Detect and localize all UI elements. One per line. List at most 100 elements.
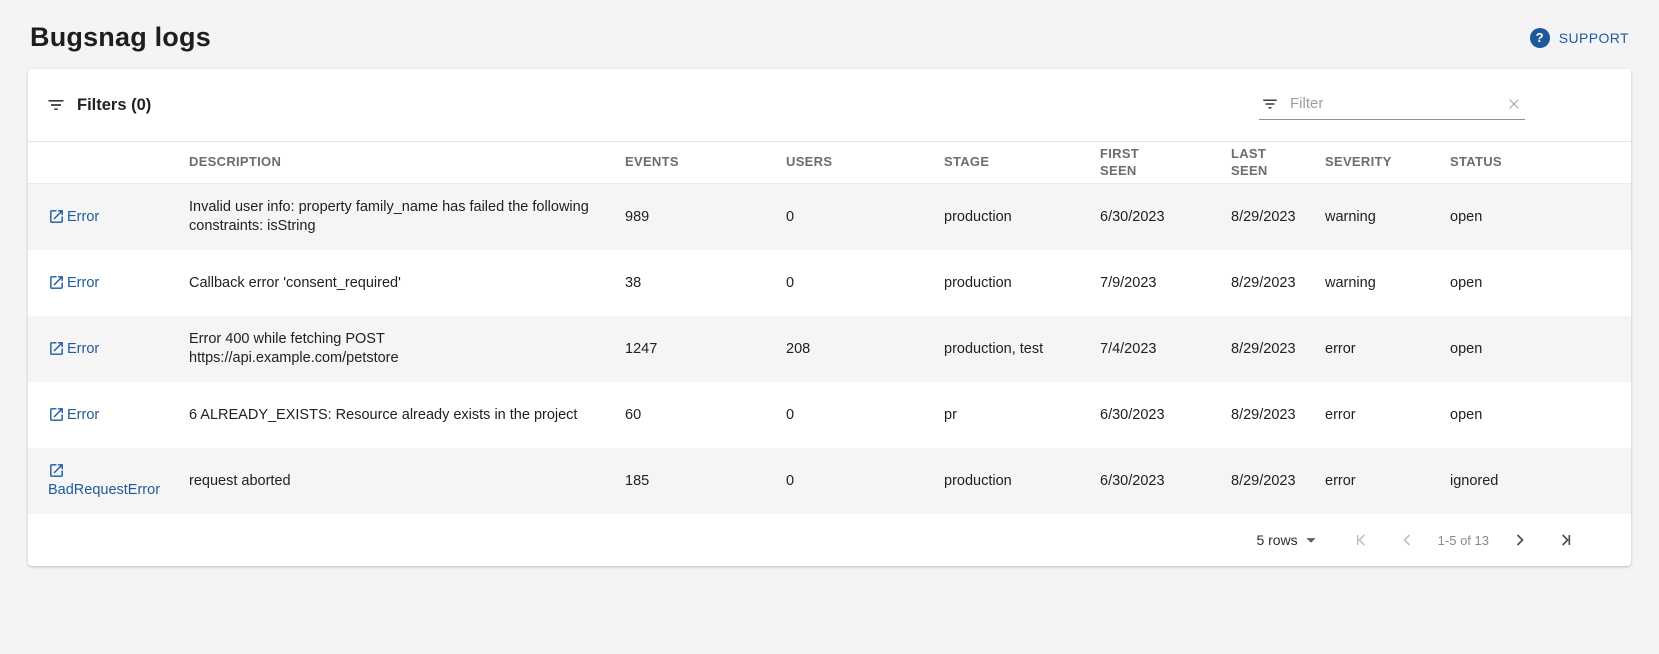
last-page-button[interactable] — [1556, 530, 1576, 550]
filter-field — [1259, 90, 1525, 120]
events-cell: 60 — [625, 406, 786, 425]
previous-page-icon — [1397, 530, 1417, 550]
support-button[interactable]: ? SUPPORT — [1530, 28, 1629, 48]
column-header-first-seen: FIRST SEEN — [1100, 146, 1231, 179]
error-link-label: Error — [67, 341, 99, 357]
logs-card: Filters (0) DESCRIPTION EVENTS USERS STA… — [28, 69, 1631, 566]
error-link-label: BadRequestError — [48, 482, 160, 498]
status-cell: ignored — [1450, 472, 1631, 491]
first-page-button[interactable] — [1351, 530, 1371, 550]
error-link-label: Error — [67, 275, 99, 291]
users-cell: 0 — [786, 406, 944, 425]
last-seen-cell: 8/29/2023 — [1231, 208, 1325, 227]
description-cell: Error 400 while fetching POST https://ap… — [189, 330, 625, 367]
severity-cell: error — [1325, 406, 1450, 425]
open-in-new-icon — [48, 340, 65, 357]
error-link[interactable]: Error — [48, 341, 99, 357]
last-seen-cell: 8/29/2023 — [1231, 406, 1325, 425]
open-in-new-icon — [48, 462, 65, 479]
arrow-drop-down-icon — [1300, 529, 1322, 551]
next-page-icon — [1510, 530, 1530, 550]
error-link[interactable]: Error — [48, 407, 99, 423]
description-cell: 6 ALREADY_EXISTS: Resource already exist… — [189, 406, 625, 425]
severity-cell: warning — [1325, 208, 1450, 227]
last-seen-cell: 8/29/2023 — [1231, 340, 1325, 359]
top-bar: Bugsnag logs ? SUPPORT — [0, 0, 1659, 69]
filters-toggle[interactable]: Filters (0) — [46, 95, 151, 115]
severity-cell: error — [1325, 472, 1450, 491]
table-header-row: DESCRIPTION EVENTS USERS STAGE FIRST SEE… — [28, 142, 1631, 184]
error-link-label: Error — [67, 407, 99, 423]
open-in-new-icon — [48, 274, 65, 291]
description-cell: Invalid user info: property family_name … — [189, 198, 625, 235]
help-icon: ? — [1530, 28, 1550, 48]
error-link-cell: Error — [28, 340, 189, 359]
next-page-button[interactable] — [1510, 530, 1530, 550]
column-header-users: USERS — [786, 154, 944, 170]
first-seen-cell: 7/4/2023 — [1100, 340, 1231, 359]
events-cell: 38 — [625, 274, 786, 293]
pagination-bar: 5 rows 1-5 of 13 — [28, 514, 1631, 566]
events-cell: 989 — [625, 208, 786, 227]
error-link-cell: Error — [28, 274, 189, 293]
table-row: Error Invalid user info: property family… — [28, 184, 1631, 250]
clear-filter-icon[interactable] — [1505, 95, 1523, 113]
users-cell: 0 — [786, 208, 944, 227]
events-cell: 1247 — [625, 340, 786, 359]
support-label: SUPPORT — [1559, 30, 1629, 46]
stage-cell: production — [944, 208, 1100, 227]
stage-cell: production — [944, 472, 1100, 491]
column-header-severity: SEVERITY — [1325, 154, 1450, 170]
filter-bar: Filters (0) — [28, 69, 1631, 142]
error-link[interactable]: Error — [48, 209, 99, 225]
last-seen-cell: 8/29/2023 — [1231, 274, 1325, 293]
error-link-cell: Error — [28, 406, 189, 425]
status-cell: open — [1450, 406, 1631, 425]
stage-cell: production — [944, 274, 1100, 293]
status-cell: open — [1450, 340, 1631, 359]
table-row: Error Error 400 while fetching POST http… — [28, 316, 1631, 382]
table-body: Error Invalid user info: property family… — [28, 184, 1631, 514]
stage-cell: production, test — [944, 340, 1100, 359]
users-cell: 208 — [786, 340, 944, 359]
severity-cell: warning — [1325, 274, 1450, 293]
first-seen-cell: 6/30/2023 — [1100, 208, 1231, 227]
error-link[interactable]: Error — [48, 275, 99, 291]
first-seen-cell: 6/30/2023 — [1100, 472, 1231, 491]
status-cell: open — [1450, 208, 1631, 227]
column-header-description: DESCRIPTION — [189, 154, 625, 170]
last-seen-cell: 8/29/2023 — [1231, 472, 1325, 491]
column-header-stage: STAGE — [944, 154, 1100, 170]
filter-icon — [1261, 95, 1279, 113]
column-header-last-seen: LAST SEEN — [1231, 146, 1325, 179]
error-link-cell: Error — [28, 208, 189, 227]
table-row: BadRequestError request aborted 185 0 pr… — [28, 448, 1631, 514]
filter-list-icon — [46, 95, 66, 115]
users-cell: 0 — [786, 472, 944, 491]
first-seen-cell: 6/30/2023 — [1100, 406, 1231, 425]
page-title: Bugsnag logs — [30, 22, 211, 53]
filter-input[interactable] — [1288, 94, 1496, 113]
column-header-status: STATUS — [1450, 154, 1631, 170]
first-seen-cell: 7/9/2023 — [1100, 274, 1231, 293]
filters-label: Filters (0) — [77, 96, 151, 115]
open-in-new-icon — [48, 406, 65, 423]
status-cell: open — [1450, 274, 1631, 293]
events-cell: 185 — [625, 472, 786, 491]
rows-per-page-label: 5 rows — [1256, 532, 1297, 548]
error-link[interactable]: BadRequestError — [48, 463, 160, 498]
column-header-events: EVENTS — [625, 154, 786, 170]
rows-per-page-select[interactable]: 5 rows — [1256, 529, 1321, 551]
severity-cell: error — [1325, 340, 1450, 359]
first-page-icon — [1351, 530, 1371, 550]
previous-page-button[interactable] — [1397, 530, 1417, 550]
last-page-icon — [1556, 530, 1576, 550]
table-row: Error Callback error 'consent_required' … — [28, 250, 1631, 316]
error-link-label: Error — [67, 209, 99, 225]
table-row: Error 6 ALREADY_EXISTS: Resource already… — [28, 382, 1631, 448]
description-cell: Callback error 'consent_required' — [189, 274, 625, 293]
pagination-range-label: 1-5 of 13 — [1438, 533, 1489, 548]
open-in-new-icon — [48, 208, 65, 225]
users-cell: 0 — [786, 274, 944, 293]
description-cell: request aborted — [189, 472, 625, 491]
